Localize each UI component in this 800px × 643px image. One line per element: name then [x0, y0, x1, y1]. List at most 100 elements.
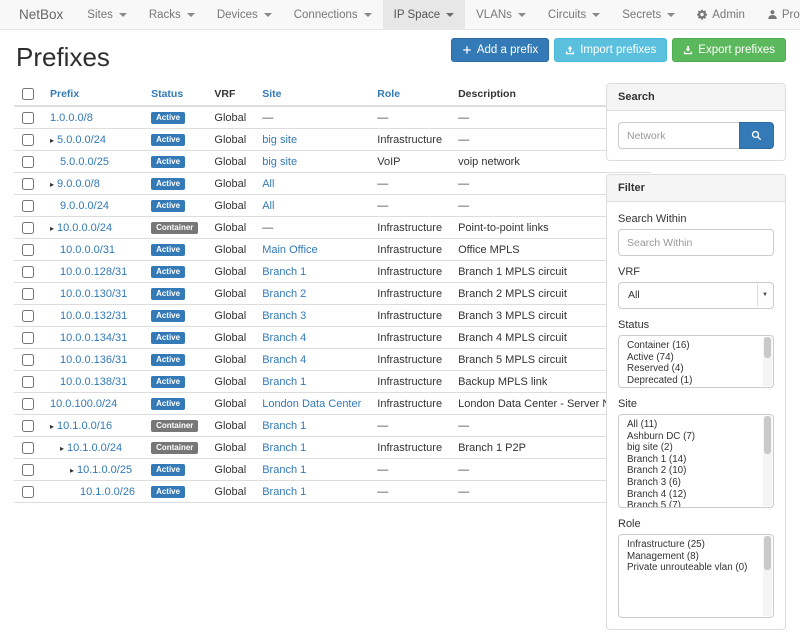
row-checkbox[interactable]	[22, 354, 34, 366]
site-link[interactable]: All	[262, 200, 274, 212]
site-listbox[interactable]: All (11)Ashburn DC (7)big site (2)Branch…	[618, 414, 774, 508]
listbox-option[interactable]: Branch 1 (14)	[627, 454, 759, 466]
prefix-link[interactable]: 5.0.0.0/24	[57, 134, 106, 146]
nav-item-connections[interactable]: Connections	[283, 0, 383, 29]
row-checkbox[interactable]	[22, 420, 34, 432]
nav-item-racks[interactable]: Racks	[138, 0, 206, 29]
sort-link[interactable]: Site	[262, 88, 281, 100]
nav-item-devices[interactable]: Devices	[206, 0, 283, 29]
listbox-option[interactable]: Active (74)	[627, 352, 759, 364]
row-checkbox[interactable]	[22, 442, 34, 454]
search-button[interactable]	[739, 122, 774, 149]
prefix-link[interactable]: 10.0.0.134/31	[60, 332, 127, 344]
row-checkbox[interactable]	[22, 200, 34, 212]
listbox-option[interactable]: Management (8)	[627, 551, 759, 563]
export-prefixes-button[interactable]: Export prefixes	[672, 38, 786, 62]
row-checkbox[interactable]	[22, 178, 34, 190]
row-checkbox[interactable]	[22, 310, 34, 322]
vrf-select[interactable]: All▼	[618, 282, 774, 309]
site-link[interactable]: All	[262, 178, 274, 190]
scrollbar-thumb[interactable]	[764, 536, 771, 570]
row-checkbox[interactable]	[22, 398, 34, 410]
site-link[interactable]: Branch 1	[262, 266, 306, 278]
row-checkbox[interactable]	[22, 244, 34, 256]
listbox-option[interactable]: Branch 5 (7)	[627, 500, 759, 508]
app-brand[interactable]: NetBox	[6, 0, 76, 29]
prefix-link[interactable]: 5.0.0.0/25	[60, 156, 109, 168]
listbox-option[interactable]: All (11)	[627, 419, 759, 431]
row-checkbox[interactable]	[22, 156, 34, 168]
add-a-prefix-button[interactable]: Add a prefix	[451, 38, 549, 62]
row-checkbox[interactable]	[22, 376, 34, 388]
row-checkbox[interactable]	[22, 222, 34, 234]
row-checkbox[interactable]	[22, 134, 34, 146]
nav-item-ip-space[interactable]: IP Space	[383, 0, 465, 29]
listbox-option[interactable]: Deprecated (1)	[627, 375, 759, 387]
listbox-option[interactable]: Branch 2 (10)	[627, 465, 759, 477]
listbox-option[interactable]: big site (2)	[627, 442, 759, 454]
select-all-checkbox[interactable]	[22, 88, 34, 100]
site-link[interactable]: Branch 1	[262, 442, 306, 454]
site-link[interactable]: London Data Center	[262, 398, 361, 410]
prefix-link[interactable]: 1.0.0.0/8	[50, 112, 93, 124]
scrollbar[interactable]	[763, 416, 772, 506]
row-checkbox[interactable]	[22, 112, 34, 124]
row-checkbox[interactable]	[22, 288, 34, 300]
sort-link[interactable]: Prefix	[50, 88, 79, 100]
nav-item-circuits[interactable]: Circuits	[537, 0, 611, 29]
import-prefixes-button[interactable]: Import prefixes	[554, 38, 667, 62]
prefix-link[interactable]: 10.0.0.0/31	[60, 244, 115, 256]
site-link[interactable]: big site	[262, 134, 297, 146]
chevron-down-icon	[518, 13, 526, 17]
prefix-link[interactable]: 10.1.0.0/16	[57, 420, 112, 432]
site-link[interactable]: Branch 1	[262, 464, 306, 476]
row-checkbox[interactable]	[22, 486, 34, 498]
site-link[interactable]: Branch 1	[262, 420, 306, 432]
sort-link[interactable]: Role	[377, 88, 400, 100]
sort-link[interactable]: Status	[151, 88, 183, 100]
nav-item-vlans[interactable]: VLANs	[465, 0, 537, 29]
nav-item-secrets[interactable]: Secrets	[611, 0, 686, 29]
listbox-option[interactable]: Reserved (4)	[627, 363, 759, 375]
prefix-link[interactable]: 10.0.0.0/24	[57, 222, 112, 234]
prefix-link[interactable]: 10.0.100.0/24	[50, 398, 117, 410]
site-link[interactable]: Branch 1	[262, 376, 306, 388]
search-input[interactable]	[618, 122, 739, 149]
listbox-option[interactable]: Private unrouteable vlan (0)	[627, 562, 759, 574]
listbox-option[interactable]: Branch 3 (6)	[627, 477, 759, 489]
scrollbar[interactable]	[763, 536, 772, 616]
site-link[interactable]: Branch 3	[262, 310, 306, 322]
prefix-link[interactable]: 9.0.0.0/24	[60, 200, 109, 212]
status-listbox[interactable]: Container (16)Active (74)Reserved (4)Dep…	[618, 335, 774, 388]
site-link[interactable]: Branch 4	[262, 332, 306, 344]
listbox-option[interactable]: Infrastructure (25)	[627, 539, 759, 551]
prefix-link[interactable]: 10.0.0.130/31	[60, 288, 127, 300]
search-within-input[interactable]	[618, 229, 774, 256]
site-link[interactable]: Branch 4	[262, 354, 306, 366]
site-link[interactable]: Branch 1	[262, 486, 306, 498]
scrollbar[interactable]	[763, 337, 772, 386]
nav-item-profile[interactable]: Profile	[756, 0, 800, 29]
site-link[interactable]: Branch 2	[262, 288, 306, 300]
prefix-link[interactable]: 10.0.0.128/31	[60, 266, 127, 278]
prefix-link[interactable]: 10.1.0.0/25	[77, 464, 132, 476]
nav-item-admin[interactable]: Admin	[686, 0, 756, 29]
prefix-link[interactable]: 10.0.0.132/31	[60, 310, 127, 322]
prefix-link[interactable]: 10.0.0.136/31	[60, 354, 127, 366]
prefix-link[interactable]: 10.1.0.0/26	[80, 486, 135, 498]
listbox-option[interactable]: Ashburn DC (7)	[627, 431, 759, 443]
site-link[interactable]: big site	[262, 156, 297, 168]
row-checkbox[interactable]	[22, 266, 34, 278]
prefix-link[interactable]: 9.0.0.0/8	[57, 178, 100, 190]
row-checkbox[interactable]	[22, 332, 34, 344]
scrollbar-thumb[interactable]	[764, 337, 771, 358]
nav-item-sites[interactable]: Sites	[76, 0, 138, 29]
scrollbar-thumb[interactable]	[764, 416, 771, 454]
listbox-option[interactable]: Branch 4 (12)	[627, 489, 759, 501]
prefix-link[interactable]: 10.0.0.138/31	[60, 376, 127, 388]
role-listbox[interactable]: Infrastructure (25)Management (8)Private…	[618, 534, 774, 618]
site-link[interactable]: Main Office	[262, 244, 317, 256]
listbox-option[interactable]: Container (16)	[627, 340, 759, 352]
row-checkbox[interactable]	[22, 464, 34, 476]
prefix-link[interactable]: 10.1.0.0/24	[67, 442, 122, 454]
